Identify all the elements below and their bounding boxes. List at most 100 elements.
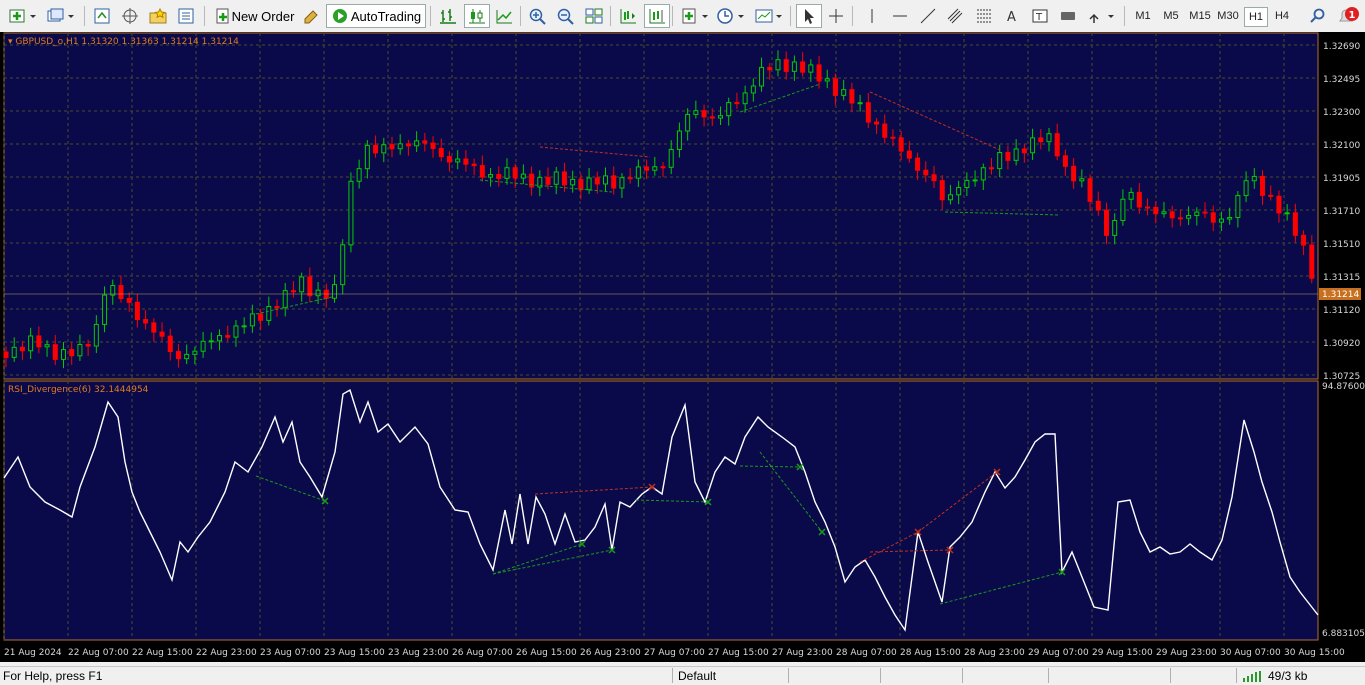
time-axis-label: 26 Aug 07:00 <box>452 648 513 658</box>
bar-chart-button[interactable] <box>436 4 460 28</box>
candle-body <box>1087 178 1093 202</box>
notifications-button[interactable]: 1 <box>1336 4 1362 28</box>
navigator-button[interactable] <box>146 4 170 28</box>
candle-body <box>282 290 288 309</box>
candle-body <box>274 306 280 309</box>
terminal-button[interactable] <box>174 4 198 28</box>
price-panel-header: ▾ GBPUSD_o,H1 1.31320 1.31363 1.31214 1.… <box>8 37 239 47</box>
candle-body <box>561 171 567 186</box>
timeframe-m5[interactable]: M5 <box>1158 7 1184 25</box>
indicator-max-label: 94.876006 <box>1322 382 1365 392</box>
candle-body <box>151 322 157 333</box>
candle-body <box>841 89 847 96</box>
time-axis-label: 28 Aug 07:00 <box>836 648 897 658</box>
profiles-icon <box>47 8 74 22</box>
new-chart-button[interactable] <box>6 4 40 28</box>
timeframe-h1[interactable]: H1 <box>1244 7 1268 27</box>
chart-shift-button[interactable] <box>616 4 640 28</box>
candlestick-chart-button[interactable] <box>464 4 490 28</box>
candle-body <box>520 173 526 179</box>
candlestick-icon <box>469 9 485 24</box>
candle-body <box>586 177 592 191</box>
equidistant-channel-button[interactable] <box>944 4 968 28</box>
market-watch-button[interactable] <box>90 4 114 28</box>
vertical-line-button[interactable] <box>860 4 884 28</box>
candle-body <box>463 158 469 165</box>
candle-body <box>373 144 379 154</box>
timeframe-m15[interactable]: M15 <box>1186 7 1214 25</box>
candle-body <box>1227 216 1233 220</box>
autoscroll-button[interactable] <box>644 4 670 28</box>
arrows-button[interactable] <box>1084 4 1118 28</box>
price-axis-label: 1.31510 <box>1323 240 1360 250</box>
metaeditor-button[interactable] <box>300 4 322 28</box>
candle-body <box>1120 198 1126 221</box>
candle-body <box>791 61 797 72</box>
candle-body <box>1177 217 1183 220</box>
candle-body <box>44 344 50 348</box>
candle-body <box>685 113 691 132</box>
candle-body <box>989 167 994 170</box>
text-label-button[interactable]: T <box>1028 4 1052 28</box>
navigator-star-icon <box>149 7 167 24</box>
bar-chart-icon <box>440 9 456 24</box>
new-chart-icon <box>9 9 36 23</box>
search-button[interactable] <box>1306 4 1330 28</box>
horizontal-line-button[interactable] <box>888 4 912 28</box>
price-axis-label: 1.32495 <box>1323 75 1360 85</box>
candle-body <box>644 166 650 171</box>
profiles-button[interactable] <box>44 4 78 28</box>
candle-body <box>422 140 428 144</box>
text-button[interactable]: A <box>1000 4 1024 28</box>
trendline-button[interactable] <box>916 4 940 28</box>
candle-body <box>1292 212 1298 236</box>
candle-body <box>759 66 765 87</box>
candle-body <box>479 165 485 178</box>
candle-body <box>742 92 748 105</box>
autotrading-button[interactable]: AutoTrading <box>326 4 426 28</box>
indicators-button[interactable] <box>678 4 712 28</box>
timeframe-h4[interactable]: H4 <box>1270 7 1294 25</box>
candle-body <box>241 325 247 328</box>
tile-windows-button[interactable] <box>582 4 606 28</box>
zoom-out-button[interactable] <box>554 4 578 28</box>
candle-body <box>1128 191 1134 200</box>
candle-body <box>52 344 58 360</box>
crosshair-button[interactable] <box>824 4 848 28</box>
periods-button[interactable] <box>714 4 748 28</box>
data-window-button[interactable] <box>118 4 142 28</box>
candle-body <box>693 110 699 115</box>
candle-body <box>676 130 682 150</box>
candle-body <box>882 123 888 138</box>
status-traffic: 49/3 kb <box>1268 669 1308 683</box>
candle-body <box>964 179 970 189</box>
price-axis-label: 1.32100 <box>1323 141 1360 151</box>
fibonacci-icon <box>977 9 991 23</box>
fibonacci-button[interactable] <box>972 4 996 28</box>
candle-body <box>660 166 666 169</box>
templates-button[interactable] <box>752 4 786 28</box>
timeframe-m30[interactable]: M30 <box>1214 7 1242 25</box>
time-axis-label: 29 Aug 07:00 <box>1028 648 1089 658</box>
candle-body <box>1186 215 1192 219</box>
candle-body <box>184 353 190 360</box>
candle-body <box>594 177 600 185</box>
indicators-icon <box>682 8 708 24</box>
candle-body <box>808 64 814 73</box>
new-order-label: New Order <box>231 8 295 24</box>
chart-canvas[interactable]: 1.32690 1.32495 1.32300 1.32100 1.31905 1.317… <box>0 32 1365 662</box>
rectangle-button[interactable] <box>1056 4 1080 28</box>
candle-body <box>709 116 715 119</box>
new-order-button[interactable]: New Order <box>210 4 298 28</box>
terminal-icon <box>178 8 194 24</box>
horizontal-line-icon <box>893 15 907 17</box>
chart-window[interactable]: 1.32690 1.32495 1.32300 1.32100 1.31905 1.317… <box>0 32 1365 662</box>
timeframe-m1[interactable]: M1 <box>1130 7 1156 25</box>
candle-body <box>611 175 617 189</box>
connection-bars-icon <box>1243 671 1261 682</box>
line-chart-button[interactable] <box>492 4 516 28</box>
cursor-button[interactable] <box>796 4 822 28</box>
price-axis-label: 1.30920 <box>1323 339 1360 349</box>
price-axis-label: 1.31315 <box>1323 273 1360 283</box>
zoom-in-button[interactable] <box>526 4 550 28</box>
